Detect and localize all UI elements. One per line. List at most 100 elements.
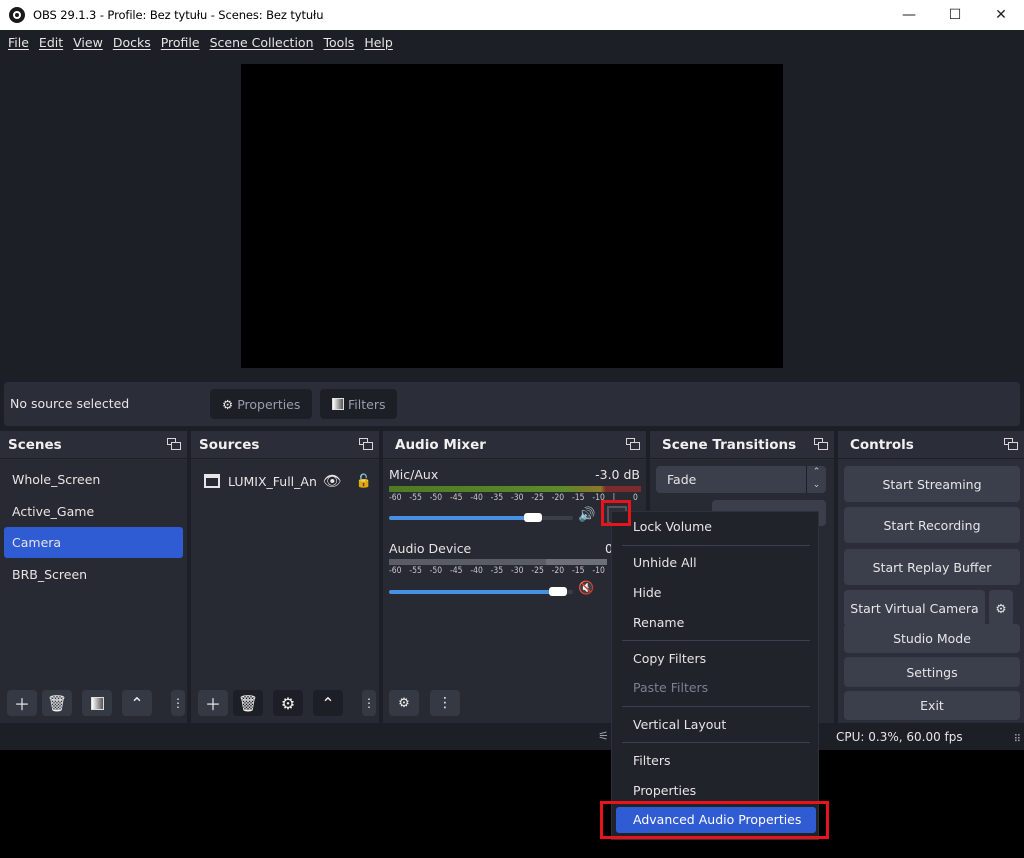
gear-icon: ⚙ — [222, 396, 234, 412]
menu-help[interactable]: Help — [364, 35, 393, 50]
menu-item-copy-filters[interactable]: Copy Filters — [612, 646, 818, 672]
menu-separator — [622, 545, 810, 546]
more-vertical-icon: ⋮ — [363, 696, 375, 710]
start-recording-button[interactable]: Start Recording — [844, 507, 1020, 543]
meter-tick-label: -45 — [450, 493, 463, 503]
start-replay-buffer-button[interactable]: Start Replay Buffer — [844, 549, 1020, 585]
scene-more-button[interactable]: ⋮ — [171, 690, 185, 716]
resize-grip-icon[interactable]: ⠿ — [1014, 734, 1021, 745]
controls-title: Controls — [850, 437, 914, 453]
undock-icon[interactable] — [626, 438, 640, 451]
undock-icon[interactable] — [167, 438, 181, 451]
menu-item-vertical-layout[interactable]: Vertical Layout — [612, 712, 818, 738]
chevron-up-icon: ⌃ — [130, 693, 144, 713]
title-bar: OBS 29.1.3 - Profile: Bez tytułu - Scene… — [0, 0, 1024, 30]
source-status: No source selected — [10, 396, 130, 411]
audio-mixer-settings-button[interactable]: ⚙ — [389, 690, 419, 716]
transition-select[interactable]: Fade ⌃ ⌄ — [656, 466, 826, 493]
meter-tick-label: -60 — [389, 566, 402, 576]
scene-item-selected[interactable]: Camera — [4, 527, 183, 558]
eye-icon[interactable]: 👁 — [323, 472, 342, 490]
scene-item[interactable]: BRB_Screen — [4, 559, 183, 590]
obs-window: OBS 29.1.3 - Profile: Bez tytułu - Scene… — [0, 0, 1024, 858]
meter-tick-label: -40 — [470, 493, 483, 503]
scene-item[interactable]: Whole_Screen — [4, 464, 183, 495]
menu-item-rename[interactable]: Rename — [612, 610, 818, 636]
audio-mixer-dock: Audio Mixer Mic/Aux -3.0 dB -60 -55 -50 -45… — [383, 431, 646, 723]
volume-slider-handle[interactable] — [549, 587, 567, 596]
audio-mixer-more-button[interactable]: ⋮ — [430, 690, 460, 716]
meter-tick-label: -25 — [531, 566, 544, 576]
meter-tick-label: -55 — [409, 566, 422, 576]
source-name: LUMIX_Full_An — [228, 473, 317, 489]
meter-tick-label: -30 — [511, 493, 524, 503]
more-vertical-icon: ⋮ — [172, 696, 184, 710]
speaker-icon[interactable]: 🔊 — [578, 507, 595, 523]
minimize-button[interactable]: — — [886, 0, 932, 30]
add-scene-button[interactable]: ＋ — [7, 690, 37, 716]
close-button[interactable]: ✕ — [978, 0, 1024, 30]
network-status-icon: ⚟ — [598, 729, 609, 743]
menu-profile[interactable]: Profile — [161, 35, 200, 50]
meter-tick-label: -60 — [389, 493, 402, 503]
undock-icon[interactable] — [814, 438, 828, 451]
meter-tick-label: -50 — [429, 566, 443, 576]
meter-tick-label: -30 — [511, 566, 524, 576]
spinner-icon: ⌃ ⌄ — [806, 466, 826, 493]
window-title: OBS 29.1.3 - Profile: Bez tytułu - Scene… — [33, 8, 324, 22]
menu-file[interactable]: File — [8, 35, 29, 50]
filter-icon — [90, 696, 104, 710]
volume-slider-handle[interactable] — [524, 513, 542, 522]
start-virtual-camera-button[interactable]: Start Virtual Camera — [844, 590, 985, 626]
move-source-up-button[interactable]: ⌃ — [313, 690, 343, 716]
remove-scene-button[interactable]: 🗑 — [42, 690, 72, 716]
volume-slider-fill — [389, 590, 557, 594]
meter-tick-label: -40 — [470, 566, 483, 576]
meter-tick-label: -25 — [531, 493, 544, 503]
undock-icon[interactable] — [359, 438, 373, 451]
menu-item-filters[interactable]: Filters — [612, 748, 818, 774]
window-capture-icon — [204, 474, 220, 488]
exit-button[interactable]: Exit — [844, 691, 1020, 720]
menu-scene-collection[interactable]: Scene Collection — [210, 35, 314, 50]
undock-icon[interactable] — [1004, 438, 1018, 451]
source-more-button[interactable]: ⋮ — [362, 690, 376, 716]
channel-name: Mic/Aux — [389, 467, 439, 482]
menu-view[interactable]: View — [73, 35, 103, 50]
unlock-icon[interactable]: 🔓 — [356, 474, 372, 489]
source-properties-button[interactable]: ⚙ — [273, 690, 303, 716]
remove-source-button[interactable]: 🗑 — [233, 690, 263, 716]
scene-transitions-title: Scene Transitions — [662, 437, 797, 453]
source-item[interactable]: LUMIX_Full_An 👁 🔓 — [195, 468, 372, 494]
properties-button[interactable]: ⚙ Properties — [210, 389, 313, 419]
menu-edit[interactable]: Edit — [39, 35, 63, 50]
start-streaming-button[interactable]: Start Streaming — [844, 466, 1020, 502]
add-source-button[interactable]: ＋ — [198, 690, 228, 716]
muted-speaker-icon[interactable]: 🔇 — [578, 581, 594, 596]
scene-filters-button[interactable] — [82, 690, 112, 716]
menu-docks[interactable]: Docks — [113, 35, 151, 50]
settings-button[interactable]: Settings — [844, 657, 1020, 687]
volume-meter — [389, 486, 641, 492]
meter-tick-label: -10 — [592, 566, 605, 576]
gear-icon: ⚙ — [995, 600, 1007, 616]
plus-icon: ＋ — [204, 695, 221, 714]
channel-context-menu: Lock Volume Unhide All Hide Rename Copy … — [611, 511, 819, 840]
filters-button[interactable]: Filters — [320, 389, 398, 419]
properties-label: Properties — [237, 396, 301, 412]
virtual-camera-settings-button[interactable]: ⚙ — [989, 590, 1013, 626]
preview-canvas[interactable] — [241, 64, 783, 368]
context-bar: No source selected ⚙ Properties Filters — [4, 382, 1020, 426]
obs-logo-icon — [9, 7, 25, 23]
controls-dock: Controls Start Streaming Start Recording… — [838, 431, 1024, 723]
studio-mode-button[interactable]: Studio Mode — [844, 624, 1020, 653]
menu-tools[interactable]: Tools — [324, 35, 355, 50]
status-bar: ⚟ CPU: 0.3%, 60.00 fps ⠿ — [0, 724, 1024, 750]
menu-item-hide[interactable]: Hide — [612, 580, 818, 606]
plus-icon: ＋ — [13, 695, 30, 714]
maximize-button[interactable]: ☐ — [932, 0, 978, 30]
menu-item-unhide-all[interactable]: Unhide All — [612, 550, 818, 576]
scene-item[interactable]: Active_Game — [4, 496, 183, 527]
move-scene-up-button[interactable]: ⌃ — [122, 690, 152, 716]
menu-item-lock-volume[interactable]: Lock Volume — [612, 514, 818, 540]
